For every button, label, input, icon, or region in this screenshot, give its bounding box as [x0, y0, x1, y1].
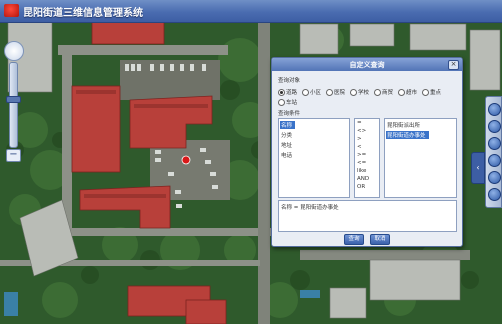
- radio-icon: [398, 89, 405, 96]
- pan-icon[interactable]: [488, 137, 501, 150]
- radio-target-key[interactable]: 重点: [422, 88, 441, 96]
- dialog-title-bar[interactable]: 自定义查询 ×: [272, 58, 462, 71]
- radio-target-road[interactable]: 道路: [278, 88, 297, 96]
- radio-label: 学校: [358, 90, 370, 96]
- radio-icon: [302, 89, 309, 96]
- radio-target-commerce[interactable]: 商贸: [374, 88, 393, 96]
- operator-item[interactable]: >=: [357, 152, 366, 158]
- radio-target-station[interactable]: 车站: [278, 98, 297, 106]
- close-icon[interactable]: ×: [448, 60, 459, 70]
- radio-icon: [350, 89, 357, 96]
- map-toolbar: [485, 96, 502, 208]
- list-item-value[interactable]: 昆阳街道办事处: [386, 131, 429, 139]
- condition-label: 查询条件: [278, 111, 301, 117]
- measure-icon[interactable]: [488, 154, 501, 167]
- operator-item[interactable]: >: [357, 136, 362, 142]
- zoom-slider-track[interactable]: [9, 62, 18, 148]
- radio-label: 小区: [310, 90, 322, 96]
- value-list[interactable]: 昆阳街派出所 昆阳街道办事处: [384, 118, 457, 198]
- panel-toggle-tab[interactable]: ‹: [471, 152, 485, 184]
- radio-label: 商贸: [382, 90, 394, 96]
- list-item-value[interactable]: 昆阳街派出所: [387, 121, 420, 129]
- operator-item[interactable]: like: [357, 168, 366, 174]
- title-bar: 昆阳街道三维信息管理系统: [0, 0, 502, 23]
- operator-item[interactable]: <=: [357, 160, 366, 166]
- query-expression-text: 名称 = 昆阳街道办事处: [281, 205, 339, 211]
- field-list[interactable]: 名称 分类 地址 电话: [278, 118, 350, 198]
- list-item-field[interactable]: 名称: [280, 121, 296, 129]
- zoom-out-button[interactable]: −: [6, 149, 21, 162]
- radio-icon: [374, 89, 381, 96]
- cancel-button[interactable]: 取消: [370, 234, 390, 245]
- radio-label: 车站: [286, 100, 298, 106]
- radio-label: 医院: [334, 90, 346, 96]
- zoom-in-icon[interactable]: [488, 103, 501, 116]
- radio-target-community[interactable]: 小区: [302, 88, 321, 96]
- radio-icon: [326, 89, 333, 96]
- app-logo-icon: [4, 4, 19, 17]
- zoom-slider-thumb[interactable]: [6, 96, 21, 103]
- radio-target-school[interactable]: 学校: [350, 88, 369, 96]
- radio-target-hospital[interactable]: 医院: [326, 88, 345, 96]
- zoom-out-icon[interactable]: [488, 120, 501, 133]
- radio-target-supermarket[interactable]: 超市: [398, 88, 417, 96]
- operator-item[interactable]: AND: [357, 176, 369, 182]
- operator-item[interactable]: OR: [357, 184, 365, 190]
- radio-selected-icon: [278, 89, 285, 96]
- operator-item[interactable]: <>: [357, 128, 366, 134]
- radio-icon: [278, 99, 285, 106]
- list-item-field[interactable]: 电话: [281, 151, 292, 159]
- info-icon[interactable]: [488, 171, 501, 184]
- radio-label: 道路: [286, 90, 298, 96]
- query-expression-field[interactable]: 名称 = 昆阳街道办事处: [278, 200, 457, 232]
- query-button[interactable]: 查询: [344, 234, 364, 245]
- app-title: 昆阳街道三维信息管理系统: [23, 8, 143, 19]
- layers-icon[interactable]: [488, 188, 501, 201]
- operator-item[interactable]: =: [357, 120, 362, 126]
- list-item-field[interactable]: 地址: [281, 141, 292, 149]
- radio-label: 重点: [430, 90, 442, 96]
- target-label: 查询对象: [278, 78, 301, 84]
- dialog-title: 自定义查询: [349, 61, 385, 69]
- radio-label: 超市: [406, 90, 418, 96]
- pan-compass-icon[interactable]: [4, 41, 24, 61]
- list-item-field[interactable]: 分类: [281, 131, 292, 139]
- operator-list[interactable]: = <> > < >= <= like AND OR: [354, 118, 380, 198]
- radio-icon: [422, 89, 429, 96]
- operator-item[interactable]: <: [357, 144, 362, 150]
- custom-query-dialog: 自定义查询 × 查询对象 道路 小区 医院 学校 商贸 超市 重点 车站 查询条…: [271, 57, 463, 247]
